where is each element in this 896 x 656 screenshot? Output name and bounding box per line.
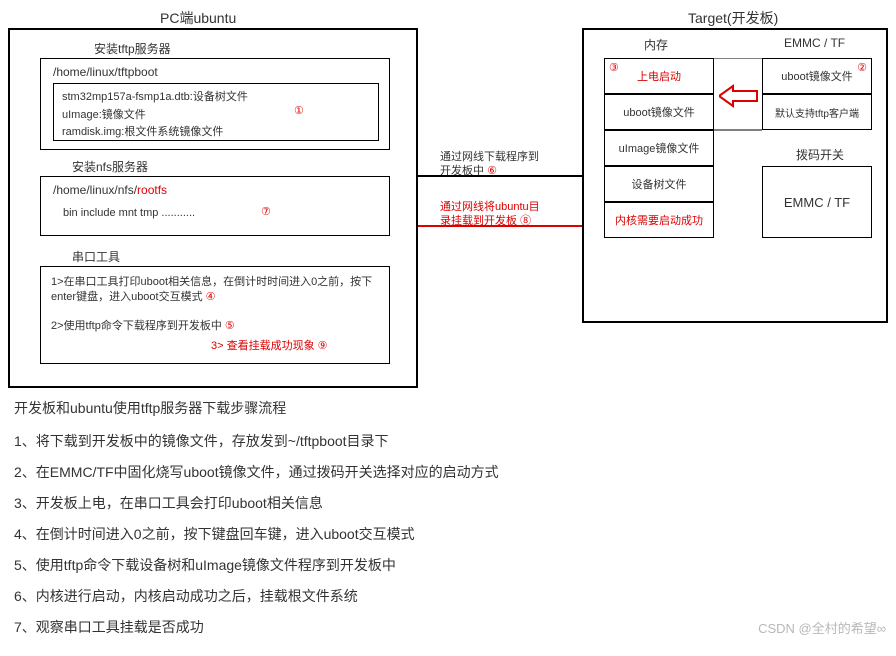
tftp-box: /home/linux/tftpboot stm32mp157a-fsmp1a.… xyxy=(40,58,390,150)
steps-title: 开发板和ubuntu使用tftp服务器下载步骤流程 xyxy=(14,398,882,419)
diagram-area: PC端ubuntu Target(开发板) 安装tftp服务器 /home/li… xyxy=(0,0,896,390)
mem-row-5: 内核需要启动成功 xyxy=(604,202,714,238)
tftp-inner-box: stm32mp157a-fsmp1a.dtb:设备树文件 uImage:镜像文件… xyxy=(53,83,379,141)
nfs-badge: ⑦ xyxy=(261,205,271,218)
mem-row-2: uboot镜像文件 xyxy=(604,94,714,130)
nfs-label: 安装nfs服务器 xyxy=(70,158,150,175)
step-3: 3、开发板上电，在串口工具会打印uboot相关信息 xyxy=(14,493,882,514)
step-2: 2、在EMMC/TF中固化烧写uboot镜像文件，通过拨码开关选择对应的启动方式 xyxy=(14,462,882,483)
step-1: 1、将下载到开发板中的镜像文件，存放发到~/tftpboot目录下 xyxy=(14,431,882,452)
tftp-badge: ① xyxy=(294,104,304,117)
step-6: 6、内核进行启动，内核启动成功之后，挂载根文件系统 xyxy=(14,586,882,607)
target-title: Target(开发板) xyxy=(688,8,778,28)
nfs-path-b: rootfs xyxy=(137,183,167,197)
serial-line3: 3> 查看挂载成功现象 ⑨ xyxy=(211,337,328,353)
watermark: CSDN @全村的希望∞ xyxy=(758,618,886,637)
nfs-box: /home/linux/nfs/rootfs bin include mnt t… xyxy=(40,176,390,236)
mem-row-3: uImage镜像文件 xyxy=(604,130,714,166)
mem-row-1: ③ 上电启动 xyxy=(604,58,714,94)
dip-label: 拨码开关 xyxy=(794,146,846,163)
tftp-line3: ramdisk.img:根文件系统镜像文件 xyxy=(62,123,223,139)
mem-label: 内存 xyxy=(642,36,670,53)
conn-download: 通过网线下载程序到 开发板中 ⑥ xyxy=(440,150,539,179)
pc-title: PC端ubuntu xyxy=(160,8,236,28)
dip-box: EMMC / TF xyxy=(762,166,872,238)
diagonal-lines xyxy=(714,58,764,136)
tftp-path: /home/linux/tftpboot xyxy=(53,65,158,79)
tftp-line1: stm32mp157a-fsmp1a.dtb:设备树文件 xyxy=(62,88,248,104)
serial-box: 1>在串口工具打印uboot相关信息，在倒计时时间进入0之前，按下enter键盘… xyxy=(40,266,390,364)
tftp-label: 安装tftp服务器 xyxy=(92,40,173,57)
emmc-label: EMMC / TF xyxy=(782,36,847,50)
serial-label: 串口工具 xyxy=(70,248,122,265)
target-box: 内存 EMMC / TF ③ 上电启动 uboot镜像文件 uImage镜像文件… xyxy=(582,28,888,323)
serial-line1: 1>在串口工具打印uboot相关信息，在倒计时时间进入0之前，按下enter键盘… xyxy=(51,275,381,306)
nfs-line1: bin include mnt tmp ........... xyxy=(63,207,195,219)
nfs-path: /home/linux/nfs/rootfs xyxy=(53,183,167,197)
pc-box: 安装tftp服务器 /home/linux/tftpboot stm32mp15… xyxy=(8,28,418,388)
step-4: 4、在倒计时间进入0之前，按下键盘回车键，进入uboot交互模式 xyxy=(14,524,882,545)
mem-row-4: 设备树文件 xyxy=(604,166,714,202)
step-7: 7、观察串口工具挂载是否成功 xyxy=(14,617,882,638)
step-5: 5、使用tftp命令下载设备树和uImage镜像文件程序到开发板中 xyxy=(14,555,882,576)
serial-line2: 2>使用tftp命令下载程序到开发板中 ⑤ xyxy=(51,317,235,333)
tftp-line2: uImage:镜像文件 xyxy=(62,106,146,122)
conn-mount: 通过网线将ubuntu目 录挂载到开发板 ⑧ xyxy=(440,200,540,229)
emmc-row-1: ② uboot镜像文件 xyxy=(762,58,872,94)
steps-section: 开发板和ubuntu使用tftp服务器下载步骤流程 1、将下载到开发板中的镜像文… xyxy=(0,390,896,656)
nfs-path-a: /home/linux/nfs/ xyxy=(53,183,137,197)
emmc-row-2: 默认支持tftp客户端 xyxy=(762,94,872,130)
